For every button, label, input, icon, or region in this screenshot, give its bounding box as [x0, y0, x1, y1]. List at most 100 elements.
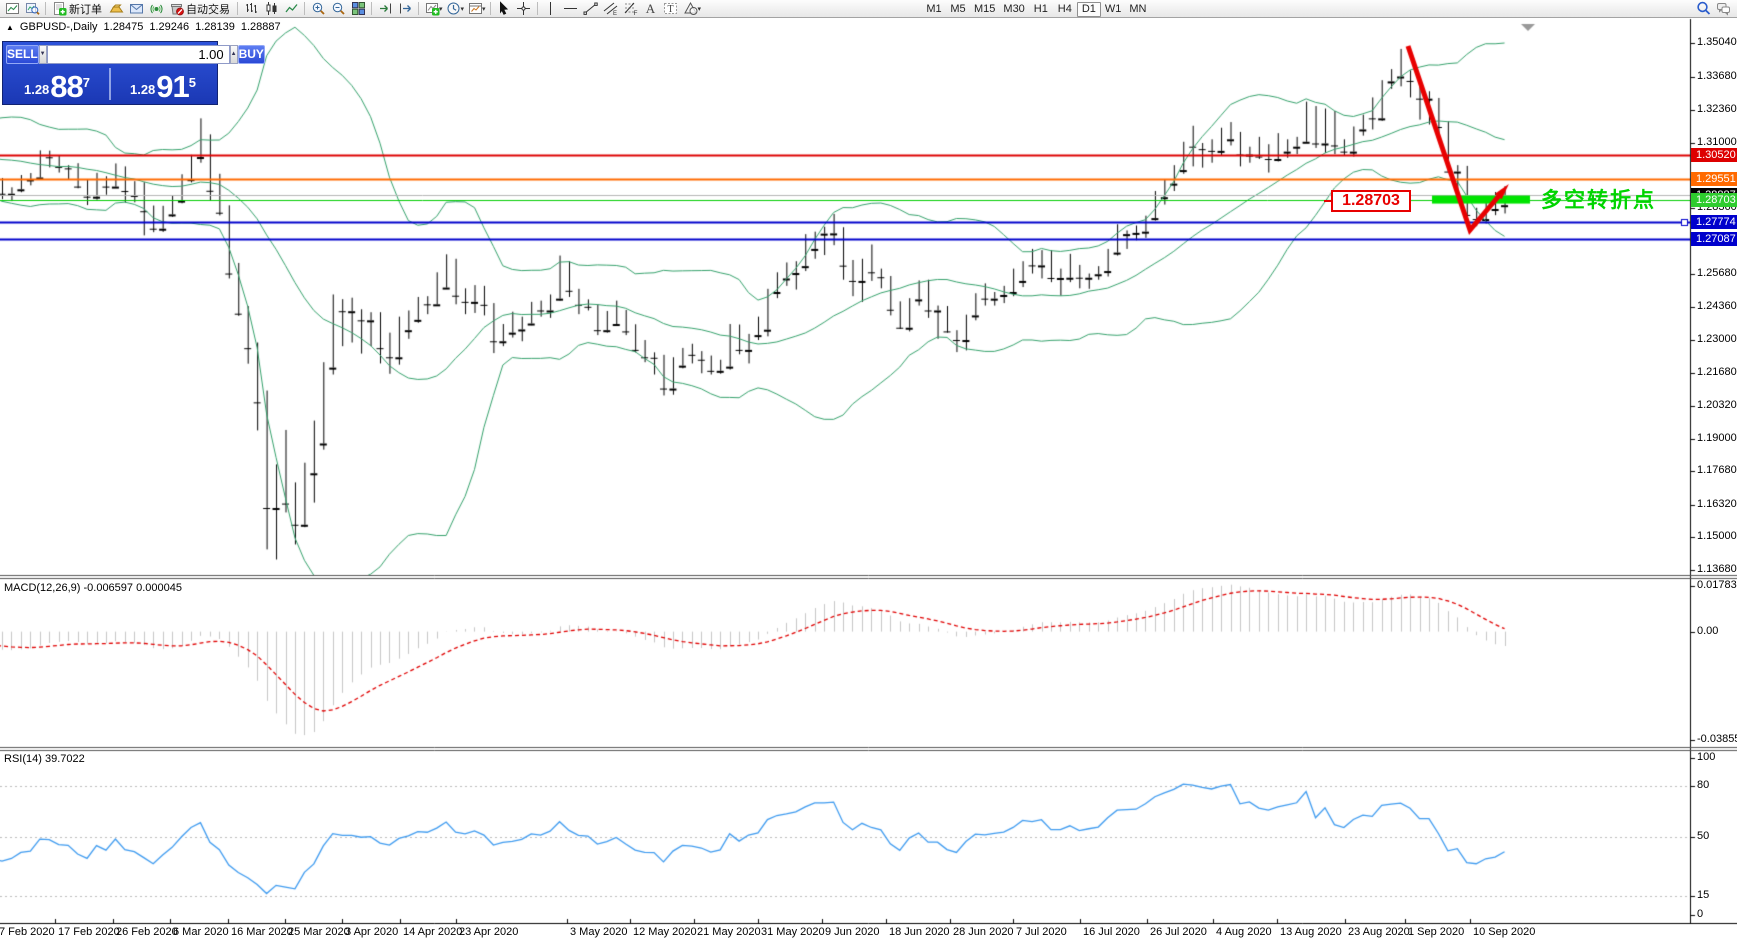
date-axis-label: 9 Jun 2020 — [825, 926, 879, 938]
sell-button[interactable]: SELL — [6, 45, 39, 64]
date-axis-label: 10 Sep 2020 — [1473, 926, 1535, 938]
macd-axis-label: 0.00 — [1697, 625, 1718, 637]
price-badge-1.28703: 1.28703 — [1691, 193, 1737, 207]
svg-text:A: A — [646, 1, 656, 16]
date-axis-label: 21 May 2020 — [697, 926, 761, 938]
rsi-axis-label: 80 — [1697, 779, 1709, 791]
line-chart-icon[interactable] — [281, 1, 301, 16]
profiles-icon[interactable] — [22, 1, 42, 16]
toolbar-separator — [304, 2, 305, 15]
rsi-label: RSI(14) 39.7022 — [4, 753, 85, 765]
timeframe-m15-button[interactable]: M15 — [970, 2, 999, 17]
volume-input[interactable] — [47, 45, 230, 64]
buy-price-big: 91 — [156, 74, 188, 99]
candle-chart-icon[interactable] — [261, 1, 281, 16]
sell-price-button[interactable]: 1.28 88 7 — [5, 66, 109, 102]
sell-price-sup: 7 — [83, 75, 90, 90]
collapse-icon[interactable]: ▲ — [6, 23, 14, 32]
buy-price-int: 1.28 — [130, 82, 155, 97]
macd-signal-value: 0.000045 — [136, 582, 182, 594]
toolbar-right — [1693, 1, 1733, 16]
search-icon[interactable] — [1693, 1, 1713, 16]
support-price-tag[interactable]: 1.28703 — [1331, 190, 1411, 212]
sell-price-int: 1.28 — [24, 82, 49, 97]
date-axis-label: 13 Aug 2020 — [1280, 926, 1342, 938]
date-axis-label: 7 Feb 2020 — [0, 926, 55, 938]
tile-windows-icon[interactable] — [348, 1, 368, 16]
date-axis-label: 6 Mar 2020 — [173, 926, 229, 938]
auto-scroll-icon[interactable] — [375, 1, 395, 16]
timeframe-m5-button[interactable]: M5 — [946, 2, 970, 17]
market-watch-icon[interactable] — [106, 1, 126, 16]
price-badge-1.29551: 1.29551 — [1691, 172, 1737, 186]
data-window-icon[interactable] — [126, 1, 146, 16]
buy-button[interactable]: BUY — [238, 45, 265, 64]
date-axis-label: 26 Jul 2020 — [1150, 926, 1207, 938]
date-axis-label: 1 Sep 2020 — [1408, 926, 1464, 938]
date-axis-label: 25 Mar 2020 — [288, 926, 350, 938]
indicators-dropdown-icon[interactable]: ▾ — [439, 5, 443, 13]
one-click-trading-panel: SELL ▼ ▲ BUY 1.28 88 7 1.28 91 5 — [2, 41, 218, 105]
macd-axis-label: 0.017833 — [1697, 579, 1737, 591]
buy-price-sup: 5 — [189, 75, 196, 90]
ohlc-high: 1.29246 — [149, 21, 189, 33]
periods-dropdown-icon[interactable]: ▾ — [461, 5, 465, 13]
price-axis-label: 1.17680 — [1697, 464, 1737, 476]
vline-icon[interactable] — [541, 1, 561, 16]
sell-price-big: 88 — [50, 74, 82, 99]
crosshair-icon[interactable] — [514, 1, 534, 16]
macd-main-value: -0.006597 — [83, 582, 133, 594]
new-order-label[interactable]: 新订单 — [69, 1, 102, 17]
cursor-icon[interactable] — [494, 1, 514, 16]
price-axis-label: 1.33680 — [1697, 70, 1737, 82]
equidistant-channel-icon[interactable]: E — [601, 1, 621, 16]
timeframe-w1-button[interactable]: W1 — [1101, 2, 1126, 17]
text-label-icon[interactable]: T — [661, 1, 681, 16]
navigator-icon[interactable] — [146, 1, 166, 16]
zoom-in-icon[interactable] — [308, 1, 328, 16]
rsi-axis-label: 15 — [1697, 889, 1709, 901]
timeframe-d1-button[interactable]: D1 — [1077, 2, 1101, 17]
trendline-icon[interactable] — [581, 1, 601, 16]
date-axis-label: 4 Aug 2020 — [1216, 926, 1272, 938]
text-icon[interactable]: A — [641, 1, 661, 16]
price-chart[interactable] — [0, 0, 1737, 941]
timeframe-m1-button[interactable]: M1 — [922, 2, 946, 17]
rsi-axis-label: 100 — [1697, 751, 1715, 763]
new-order-icon[interactable] — [49, 1, 69, 16]
toolbar-separator — [490, 2, 491, 15]
autotrade-label[interactable]: 自动交易 — [186, 1, 230, 17]
toolbar-separator — [418, 2, 419, 15]
hline-icon[interactable] — [561, 1, 581, 16]
macd-label: MACD(12,26,9) -0.006597 0.000045 — [4, 582, 182, 594]
timeframe-m30-button[interactable]: M30 — [999, 2, 1028, 17]
volume-decrease-button[interactable]: ▼ — [39, 45, 47, 64]
bar-chart-icon[interactable] — [241, 1, 261, 16]
buy-price-button[interactable]: 1.28 91 5 — [111, 66, 215, 102]
new-chart-icon[interactable] — [2, 1, 22, 16]
zoom-out-icon[interactable] — [328, 1, 348, 16]
templates-dropdown-icon[interactable]: ▾ — [482, 5, 486, 13]
fibonacci-icon[interactable]: F — [621, 1, 641, 16]
rsi-value: 39.7022 — [45, 753, 85, 765]
timeframe-h1-button[interactable]: H1 — [1029, 2, 1053, 17]
price-axis-label: 1.21680 — [1697, 366, 1737, 378]
price-axis-label: 1.19000 — [1697, 432, 1737, 444]
price-axis-label: 1.16320 — [1697, 498, 1737, 510]
shapes-dropdown-icon[interactable]: ▾ — [698, 5, 702, 13]
svg-text:F: F — [634, 10, 638, 16]
volume-increase-button[interactable]: ▲ — [230, 45, 238, 64]
timeframe-mn-button[interactable]: MN — [1125, 2, 1150, 17]
toolbar-separator — [537, 2, 538, 15]
autotrade-icon[interactable] — [166, 1, 186, 16]
price-badge-1.30520: 1.30520 — [1691, 148, 1737, 162]
date-axis-label: 12 May 2020 — [633, 926, 697, 938]
ohlc-low: 1.28139 — [195, 21, 235, 33]
price-axis-label: 1.15000 — [1697, 530, 1737, 542]
rsi-axis-label: 50 — [1697, 830, 1709, 842]
chart-shift-icon[interactable] — [395, 1, 415, 16]
price-badge-1.27087: 1.27087 — [1691, 232, 1737, 246]
timeframe-h4-button[interactable]: H4 — [1053, 2, 1077, 17]
price-axis-label: 1.31000 — [1697, 136, 1737, 148]
chat-icon[interactable] — [1713, 1, 1733, 16]
